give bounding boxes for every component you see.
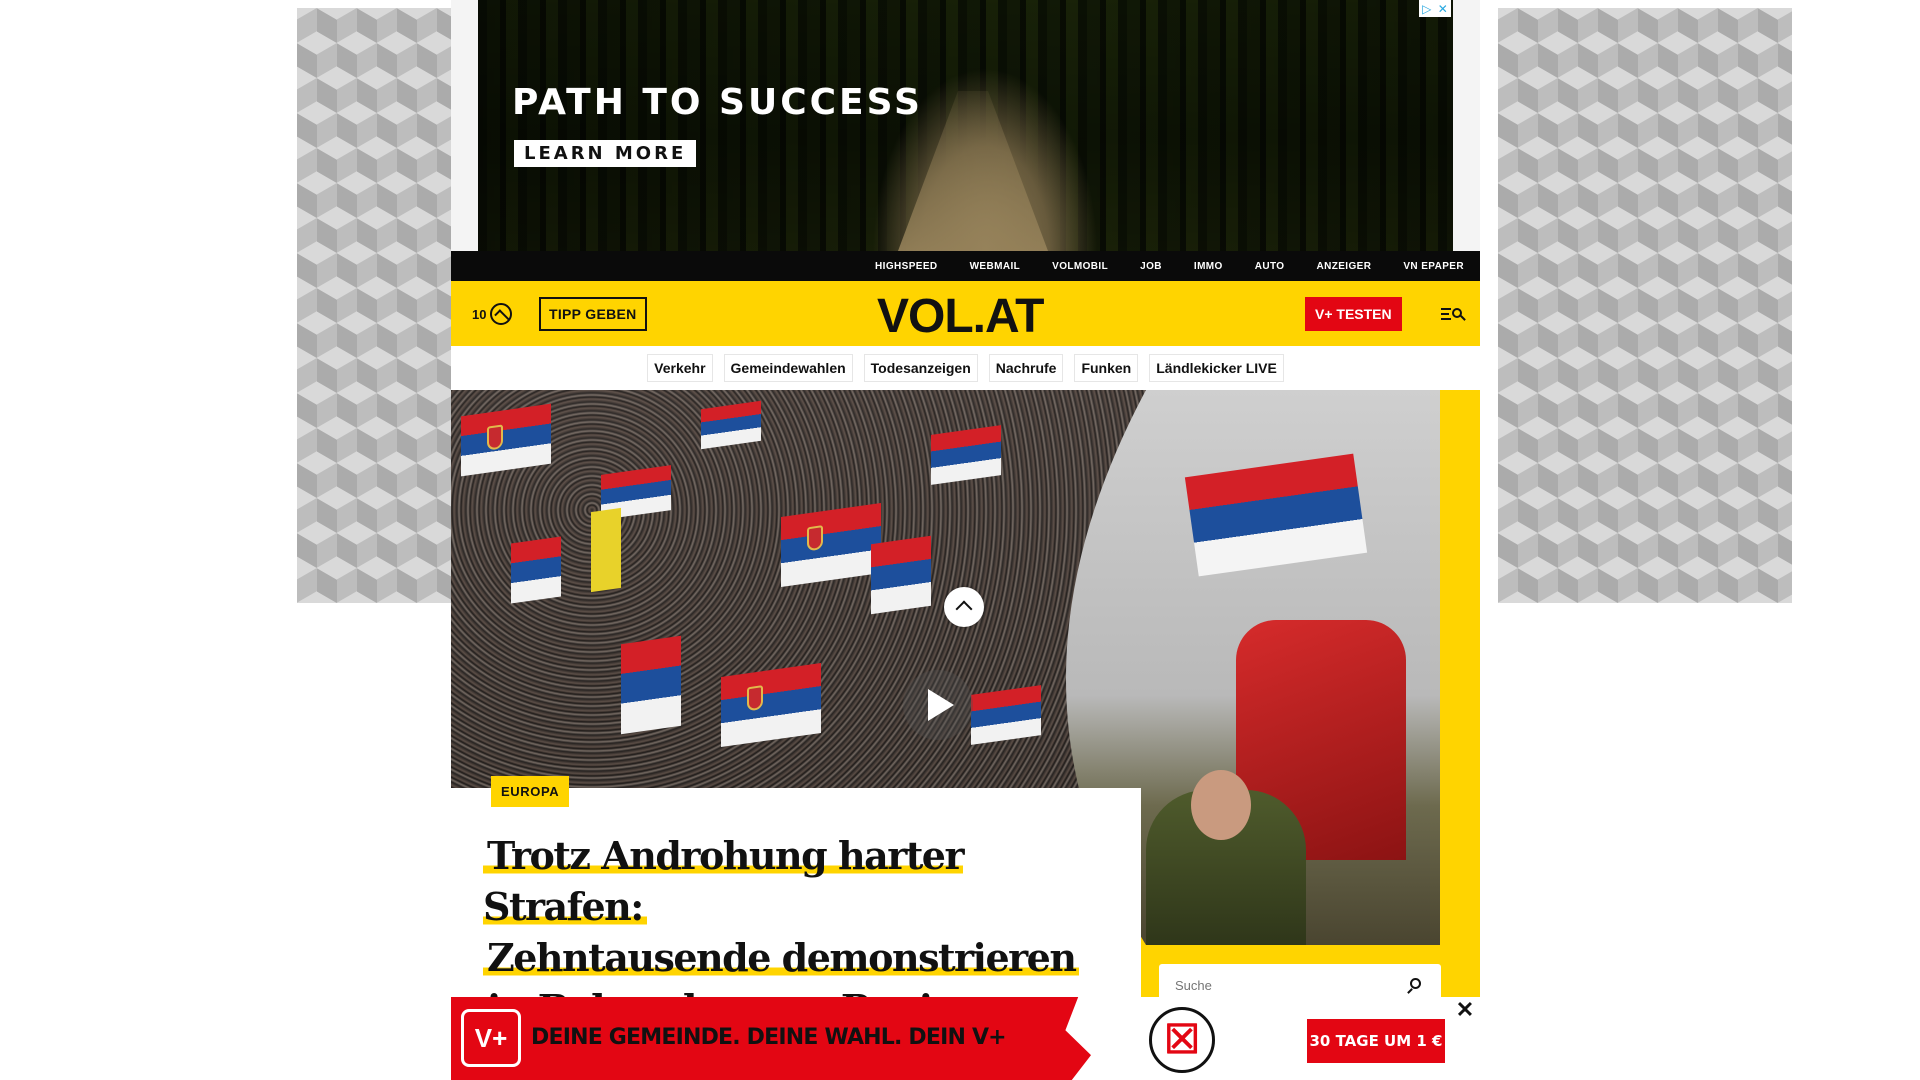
flag-image (781, 502, 881, 588)
service-nav: HIGHSPEED WEBMAIL VOLMOBIL JOB IMMO AUTO… (451, 251, 1480, 281)
service-link-webmail[interactable]: WEBMAIL (970, 261, 1021, 272)
flag-image (871, 535, 931, 615)
flag-image (971, 685, 1041, 745)
article-kicker[interactable]: EUROPA (491, 776, 570, 807)
mountain-weather-icon (490, 303, 513, 325)
menu-search-icon[interactable] (1441, 304, 1466, 324)
flag-image (461, 403, 551, 477)
topic-verkehr[interactable]: Verkehr (647, 354, 713, 382)
adchoices-icon[interactable]: ▷ (1422, 2, 1431, 16)
service-link-immo[interactable]: IMMO (1194, 261, 1223, 272)
banner-text[interactable]: DEINE GEMEINDE. DEINE WAHL. DEIN V+ (531, 1025, 1007, 1050)
person-image (1191, 770, 1251, 840)
hero-crowd-image[interactable] (451, 390, 1156, 790)
topic-gemeindewahlen[interactable]: Gemeindewahlen (723, 354, 853, 382)
banner-red-area: V+ DEINE GEMEINDE. DEINE WAHL. DEIN V+ (451, 997, 1091, 1080)
service-link-vn-epaper[interactable]: VN EPAPER (1403, 261, 1464, 272)
flag-image (621, 635, 681, 735)
topic-nav: Verkehr Gemeindewahlen Todesanzeigen Nac… (451, 346, 1480, 390)
service-link-auto[interactable]: AUTO (1255, 261, 1285, 272)
background-skin-right[interactable] (1498, 8, 1792, 603)
site-logo[interactable]: VOL.AT (877, 289, 1044, 344)
headline-line: Zehntausende demonstrieren (483, 935, 1080, 980)
banner-cta-button[interactable]: 30 TAGE UM 1 € (1307, 1019, 1445, 1063)
scroll-up-button[interactable] (944, 587, 984, 627)
service-link-anzeiger[interactable]: ANZEIGER (1316, 261, 1371, 272)
flag-image (1185, 454, 1367, 577)
flag-image (701, 400, 761, 450)
background-skin-left[interactable] (297, 8, 451, 603)
adchoices-badge[interactable]: ▷ ✕ (1419, 0, 1451, 17)
service-link-volmobil[interactable]: VOLMOBIL (1052, 261, 1108, 272)
close-icon[interactable]: ✕ (1438, 2, 1448, 16)
service-link-highspeed[interactable]: HIGHSPEED (875, 261, 938, 272)
search-input[interactable] (1175, 978, 1395, 993)
search-icon[interactable] (1407, 978, 1423, 994)
top-ad-area: PATH TO SUCCESS LEARN MORE ▷ ✕ (451, 0, 1480, 251)
ad-headline[interactable]: PATH TO SUCCESS (512, 82, 923, 123)
vplus-logo: V+ (461, 1009, 521, 1067)
ballot-icon: ☒ (1149, 1007, 1215, 1073)
topic-nachrufe[interactable]: Nachrufe (988, 354, 1064, 382)
site-container: PATH TO SUCCESS LEARN MORE ▷ ✕ HIGHSPEED… (451, 0, 1480, 1080)
play-icon[interactable] (903, 670, 973, 740)
bottom-sticky-banner[interactable]: V+ DEINE GEMEINDE. DEINE WAHL. DEIN V+ ☒… (451, 997, 1480, 1080)
flag-image (591, 507, 621, 593)
hero-section: EUROPA Trotz Androhung harter Strafen: Z… (451, 390, 1480, 1080)
topic-funken[interactable]: Funken (1074, 354, 1139, 382)
weather-widget[interactable]: 10 (472, 303, 513, 325)
flag-image (511, 536, 561, 604)
vplus-testen-button[interactable]: V+ TESTEN (1305, 297, 1402, 331)
topic-todesanzeigen[interactable]: Todesanzeigen (863, 354, 978, 382)
topic-laendlekicker-live[interactable]: Ländlekicker LIVE (1149, 354, 1284, 382)
service-link-job[interactable]: JOB (1140, 261, 1162, 272)
close-icon[interactable]: ✕ (1452, 997, 1478, 1023)
top-banner-ad[interactable]: PATH TO SUCCESS LEARN MORE ▷ ✕ (478, 0, 1453, 251)
weather-temperature: 10 (472, 306, 487, 322)
flag-image (931, 425, 1001, 485)
flag-image (721, 662, 821, 748)
site-header: 10 TIPP GEBEN VOL.AT V+ TESTEN (451, 281, 1480, 346)
headline-line: Trotz Androhung harter Strafen: (483, 833, 965, 929)
ad-learn-more-button[interactable]: LEARN MORE (514, 140, 697, 167)
page: PATH TO SUCCESS LEARN MORE ▷ ✕ HIGHSPEED… (0, 0, 1920, 1080)
tipp-geben-button[interactable]: TIPP GEBEN (539, 297, 647, 331)
